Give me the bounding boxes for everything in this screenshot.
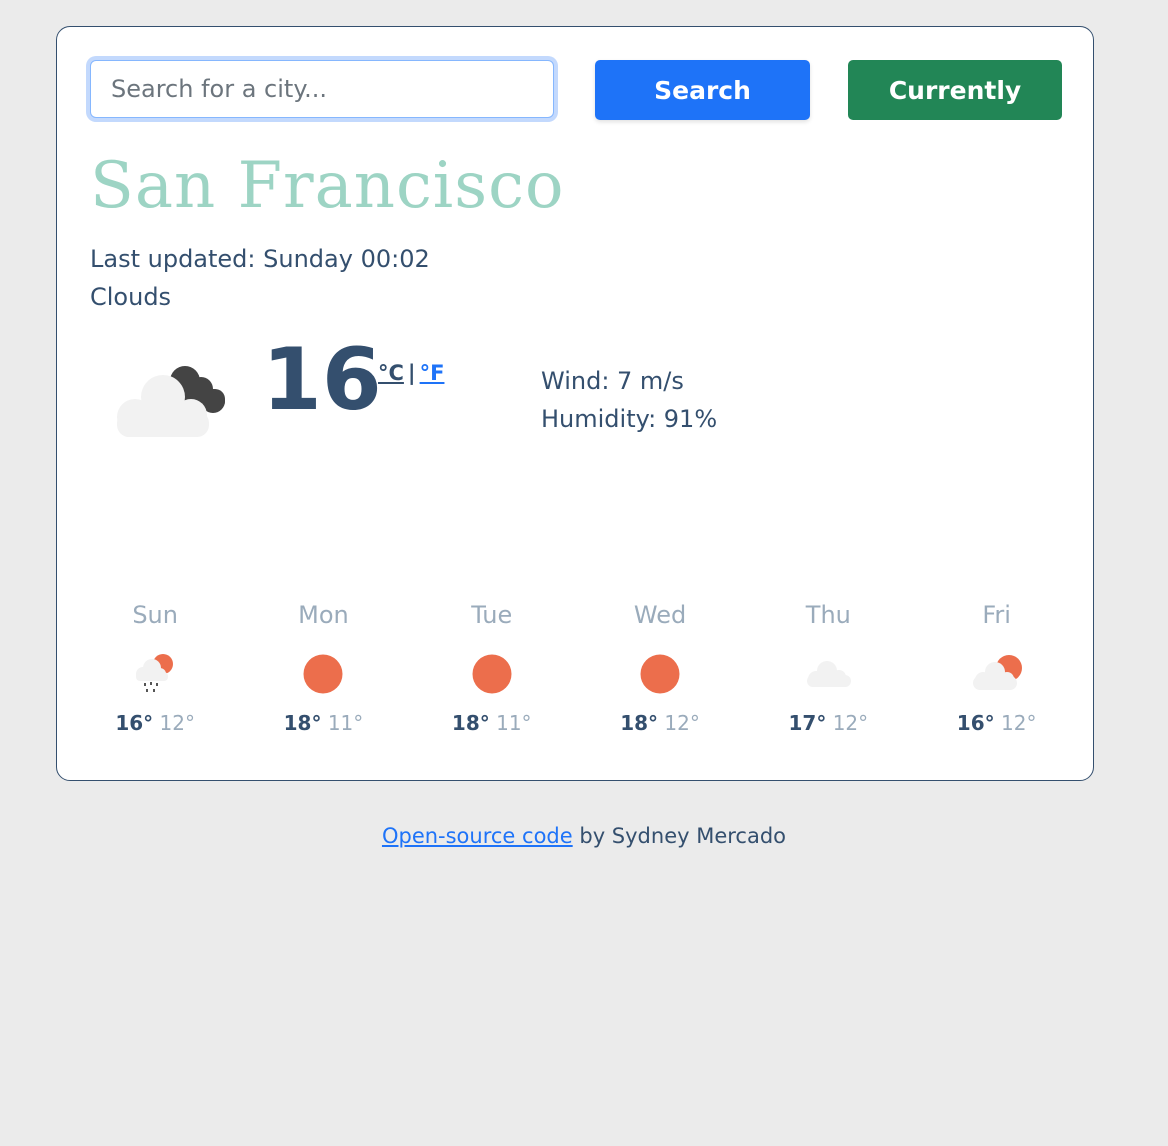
forecast-low: 11°: [496, 711, 532, 735]
forecast-high: 16°: [115, 711, 154, 735]
sun-icon: [472, 654, 512, 694]
forecast-day-name: Thu: [805, 601, 851, 629]
humidity: Humidity: 91%: [541, 405, 718, 433]
current-location-button[interactable]: Currently: [848, 60, 1062, 120]
forecast-low: 11°: [327, 711, 364, 735]
unit-toggle: °C | °F: [378, 361, 444, 385]
forecast-day-name: Fri: [982, 601, 1011, 629]
cloud-sun-icon: [972, 655, 1022, 690]
footer: Open-source code by Sydney Mercado: [0, 824, 1168, 848]
forecast-day: Fri 16° 12°: [912, 601, 1080, 735]
forecast-day: Tue 18° 11°: [408, 601, 576, 735]
celsius-link[interactable]: °C: [378, 361, 404, 385]
forecast-high: 16°: [956, 711, 995, 735]
forecast-low: 12°: [1001, 711, 1037, 735]
forecast-day-name: Tue: [471, 601, 513, 629]
forecast-high: 18°: [620, 711, 659, 735]
forecast-day: Wed 18° 12°: [576, 601, 744, 735]
rain-sun-icon: [136, 654, 174, 692]
weather-card: Search Currently San Francisco Last upda…: [56, 26, 1094, 781]
wind-speed: Wind: 7 m/s: [541, 367, 684, 395]
sun-icon: [303, 654, 343, 694]
broken-clouds-icon: [117, 366, 225, 437]
source-code-link[interactable]: Open-source code: [382, 824, 573, 848]
fahrenheit-link[interactable]: °F: [420, 361, 445, 385]
forecast-day: Sun 16° 12°: [71, 601, 239, 735]
city-search-input[interactable]: [90, 60, 554, 118]
forecast-high: 18°: [451, 711, 490, 735]
sun-icon: [640, 654, 680, 694]
footer-credit: by Sydney Mercado: [572, 824, 787, 848]
current-temperature: 16: [262, 330, 382, 430]
forecast-high: 18°: [283, 711, 322, 735]
forecast-day: Mon 18° 11°: [239, 601, 407, 735]
city-name: San Francisco: [90, 149, 565, 223]
forecast-day: Thu 17° 12°: [744, 601, 912, 735]
forecast-day-name: Sun: [132, 601, 178, 629]
search-button[interactable]: Search: [595, 60, 810, 120]
last-updated: Last updated: Sunday 00:02: [90, 245, 430, 273]
forecast-low: 12°: [664, 711, 700, 735]
unit-separator: |: [407, 361, 416, 385]
forecast-day-name: Mon: [298, 601, 349, 629]
cloud-icon: [807, 661, 852, 687]
forecast-low: 12°: [832, 711, 869, 735]
forecast-low: 12°: [159, 711, 195, 735]
forecast-list: Sun 16° 12° Mon 18° 11° Tue 18° 11° Wed …: [71, 601, 1081, 735]
forecast-high: 17°: [788, 711, 827, 735]
weather-description: Clouds: [90, 283, 172, 311]
forecast-day-name: Wed: [633, 601, 687, 629]
